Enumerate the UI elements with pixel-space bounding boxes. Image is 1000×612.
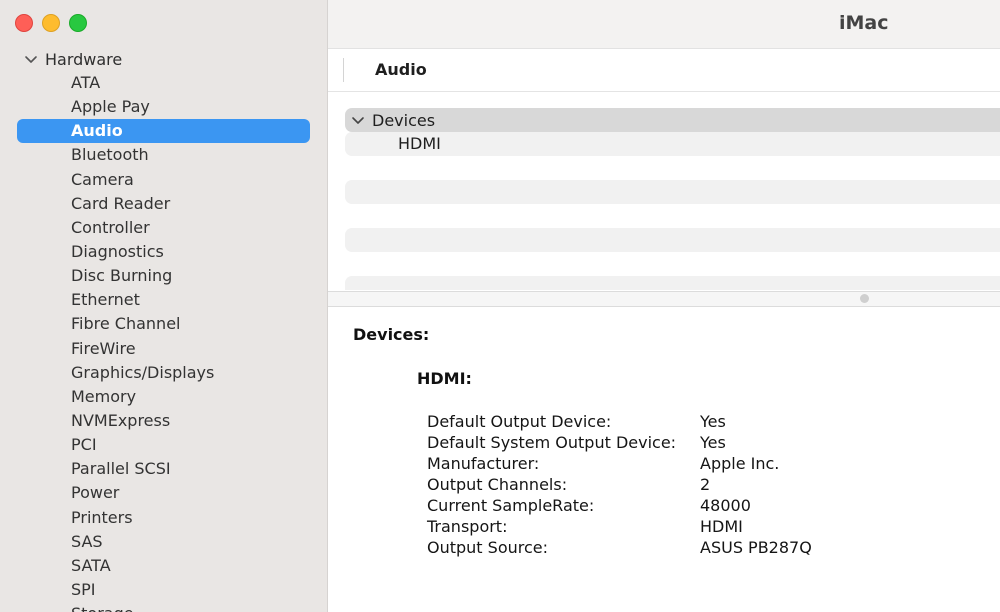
list-row-empty — [345, 228, 1000, 252]
property-row: Transport: HDMI — [427, 516, 927, 537]
sidebar-item-power[interactable]: Power — [0, 481, 327, 505]
sidebar-item-sas[interactable]: SAS — [0, 530, 327, 554]
window-controls — [15, 14, 87, 32]
property-key: Default Output Device: — [427, 412, 612, 431]
list-row-devices[interactable]: Devices — [345, 108, 1000, 132]
close-button[interactable] — [15, 14, 33, 32]
detail-pane: Devices: HDMI: Default Output Device: Ye… — [328, 306, 1000, 612]
sidebar-item-audio[interactable]: Audio — [17, 119, 310, 144]
column-header-label: Audio — [375, 60, 427, 79]
zoom-button[interactable] — [69, 14, 87, 32]
sidebar-item-parallel-scsi[interactable]: Parallel SCSI — [0, 457, 327, 481]
device-list: Devices HDMI — [328, 92, 1000, 290]
property-value: Yes — [700, 433, 726, 452]
list-row-empty — [345, 276, 1000, 290]
sidebar-item-controller[interactable]: Controller — [0, 216, 327, 240]
sidebar-item-nvmexpress[interactable]: NVMExpress — [0, 409, 327, 433]
sidebar-item-ethernet[interactable]: Ethernet — [0, 288, 327, 312]
property-value: HDMI — [700, 517, 743, 536]
property-key: Manufacturer: — [427, 454, 540, 473]
list-row-empty — [345, 180, 1000, 204]
property-key: Transport: — [427, 517, 508, 536]
sidebar-item-card-reader[interactable]: Card Reader — [0, 192, 327, 216]
sidebar-item-sata[interactable]: SATA — [0, 554, 327, 578]
list-row-label: Devices — [372, 110, 436, 130]
sidebar-item-spi[interactable]: SPI — [0, 578, 327, 602]
property-value: 2 — [700, 475, 711, 494]
list-row-label: HDMI — [398, 134, 441, 153]
property-value: Yes — [700, 412, 726, 431]
split-view-divider[interactable] — [328, 291, 1000, 307]
property-key: Output Source: — [427, 538, 549, 557]
sidebar-item-apple-pay[interactable]: Apple Pay — [0, 95, 327, 119]
main-pane: iMac Audio Devices HDMI Devices: HDMI: D… — [328, 0, 1000, 612]
sidebar-tree: Hardware ATA Apple Pay Audio Bluetooth C… — [0, 47, 327, 612]
sidebar: Hardware ATA Apple Pay Audio Bluetooth C… — [0, 0, 328, 612]
property-list: Default Output Device: Yes Default Syste… — [427, 411, 927, 558]
property-value: ASUS PB287Q — [700, 538, 812, 557]
device-heading: HDMI: — [417, 369, 472, 388]
sidebar-item-diagnostics[interactable]: Diagnostics — [0, 240, 327, 264]
sidebar-item-ata[interactable]: ATA — [0, 71, 327, 95]
list-column-header[interactable]: Audio — [328, 49, 1000, 92]
sidebar-item-memory[interactable]: Memory — [0, 385, 327, 409]
sidebar-item-firewire[interactable]: FireWire — [0, 337, 327, 361]
titlebar: iMac — [328, 0, 1000, 49]
sidebar-item-storage[interactable]: Storage — [0, 602, 327, 612]
sidebar-item-graphics-displays[interactable]: Graphics/Displays — [0, 361, 327, 385]
detail-heading: Devices: — [353, 325, 430, 344]
chevron-down-icon[interactable] — [24, 52, 38, 66]
property-value: Apple Inc. — [700, 454, 780, 473]
property-row: Current SampleRate: 48000 — [427, 495, 927, 516]
sidebar-item-bluetooth[interactable]: Bluetooth — [0, 143, 327, 167]
chevron-down-icon[interactable] — [351, 113, 365, 127]
sidebar-item-fibre-channel[interactable]: Fibre Channel — [0, 312, 327, 336]
column-separator — [343, 58, 344, 82]
minimize-button[interactable] — [42, 14, 60, 32]
sidebar-item-disc-burning[interactable]: Disc Burning — [0, 264, 327, 288]
property-row: Output Channels: 2 — [427, 474, 927, 495]
property-row: Default Output Device: Yes — [427, 411, 927, 432]
property-row: Manufacturer: Apple Inc. — [427, 453, 927, 474]
property-row: Output Source: ASUS PB287Q — [427, 537, 927, 558]
divider-handle[interactable] — [860, 294, 869, 303]
property-value: 48000 — [700, 496, 751, 515]
system-information-window: Hardware ATA Apple Pay Audio Bluetooth C… — [0, 0, 1000, 612]
section-hardware[interactable]: Hardware — [0, 47, 327, 71]
property-key: Default System Output Device: — [427, 433, 677, 452]
list-row-hdmi[interactable]: HDMI — [345, 132, 1000, 156]
property-key: Current SampleRate: — [427, 496, 595, 515]
sidebar-item-printers[interactable]: Printers — [0, 506, 327, 530]
property-key: Output Channels: — [427, 475, 568, 494]
section-label: Hardware — [45, 49, 123, 69]
window-title: iMac — [839, 12, 889, 34]
sidebar-item-camera[interactable]: Camera — [0, 168, 327, 192]
property-row: Default System Output Device: Yes — [427, 432, 927, 453]
sidebar-item-pci[interactable]: PCI — [0, 433, 327, 457]
